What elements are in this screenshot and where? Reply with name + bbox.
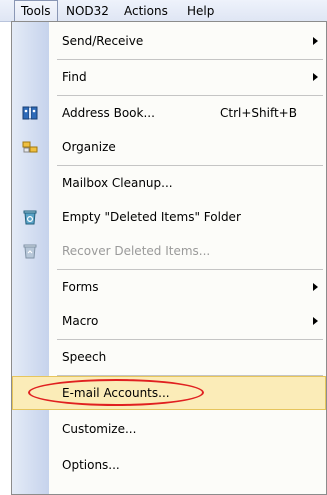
menu-item-label: Macro xyxy=(62,314,99,328)
menu-item-mailbox-cleanup[interactable]: Mailbox Cleanup... xyxy=(12,166,326,200)
menu-actions-label: Actions xyxy=(124,4,168,18)
submenu-arrow-icon xyxy=(313,317,318,325)
menu-item-email-accounts[interactable]: E-mail Accounts... xyxy=(12,376,326,410)
menu-item-label: Forms xyxy=(62,280,99,294)
menu-item-address-book[interactable]: Address Book... Ctrl+Shift+B xyxy=(12,96,326,130)
tools-dropdown-menu: Send/Receive Find Address Book... Ctrl+S… xyxy=(11,21,327,495)
address-book-icon xyxy=(22,105,38,121)
menu-help[interactable]: Help xyxy=(181,0,220,22)
menu-item-label: Options... xyxy=(62,458,120,472)
menu-item-organize[interactable]: Organize xyxy=(12,130,326,164)
menu-nod32[interactable]: NOD32 xyxy=(60,0,115,22)
menu-item-send-receive[interactable]: Send/Receive xyxy=(12,24,326,58)
menu-bar: Tools NOD32 Actions Help xyxy=(0,0,327,22)
menu-item-label: Recover Deleted Items... xyxy=(62,244,211,258)
menu-item-recover-deleted-items: Recover Deleted Items... xyxy=(12,234,326,268)
menu-item-label: Address Book... xyxy=(62,106,155,120)
submenu-arrow-icon xyxy=(313,37,318,45)
recover-items-icon xyxy=(22,243,38,259)
menu-item-label: Customize... xyxy=(62,422,137,436)
menu-help-label: Help xyxy=(187,4,215,18)
menu-item-customize[interactable]: Customize... xyxy=(12,412,326,446)
submenu-arrow-icon xyxy=(313,283,318,291)
menu-item-label: Organize xyxy=(62,140,116,154)
menu-item-empty-deleted-items[interactable]: Empty "Deleted Items" Folder xyxy=(12,200,326,234)
organize-icon xyxy=(22,139,38,155)
menu-actions[interactable]: Actions xyxy=(118,0,174,22)
menu-tools-label: Tools xyxy=(21,4,51,18)
menu-item-label: Mailbox Cleanup... xyxy=(62,176,173,190)
menu-item-label: Speech xyxy=(62,350,107,364)
menu-tools[interactable]: Tools xyxy=(14,0,58,22)
menu-item-forms[interactable]: Forms xyxy=(12,270,326,304)
empty-trash-icon xyxy=(22,209,38,225)
menu-item-label: E-mail Accounts... xyxy=(62,386,170,400)
shortcut-text: Ctrl+Shift+B xyxy=(220,106,297,120)
menu-item-speech[interactable]: Speech xyxy=(12,340,326,374)
menu-item-label: Send/Receive xyxy=(62,34,144,48)
menu-item-label: Empty "Deleted Items" Folder xyxy=(62,210,241,224)
menu-item-macro[interactable]: Macro xyxy=(12,304,326,338)
menu-item-label: Find xyxy=(62,70,87,84)
menu-item-options[interactable]: Options... xyxy=(12,448,326,482)
submenu-arrow-icon xyxy=(313,73,318,81)
menu-item-find[interactable]: Find xyxy=(12,60,326,94)
menu-nod32-label: NOD32 xyxy=(66,4,109,18)
